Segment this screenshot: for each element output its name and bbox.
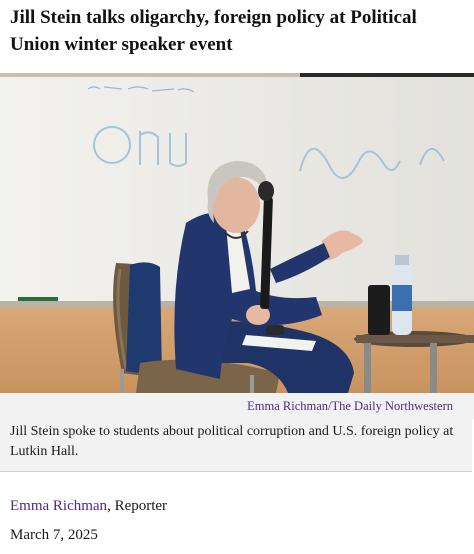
- photo-credit: Emma Richman/The Daily Northwestern: [247, 399, 453, 413]
- photo-credit-row: Emma Richman/The Daily Northwestern: [0, 393, 474, 419]
- byline: Emma Richman, Reporter: [10, 496, 167, 516]
- author-link[interactable]: Emma Richman: [10, 498, 107, 514]
- photo-caption: Jill Stein spoke to students about polit…: [10, 424, 454, 459]
- article-headline: Jill Stein talks oligarchy, foreign poli…: [10, 7, 417, 55]
- author-role: , Reporter: [107, 498, 168, 514]
- publish-date: March 7, 2025: [10, 527, 98, 543]
- photo-caption-box: Jill Stein spoke to students about polit…: [0, 419, 472, 472]
- article-photo: [0, 73, 474, 393]
